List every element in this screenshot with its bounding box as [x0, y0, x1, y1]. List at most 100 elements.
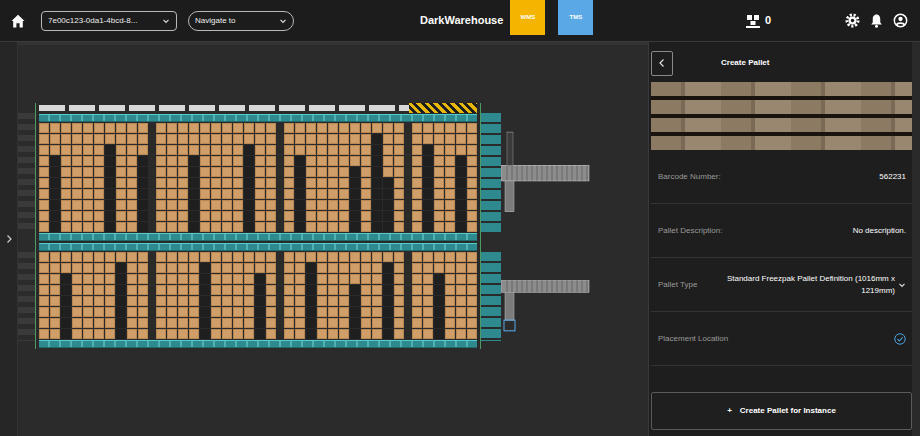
form-row[interactable]: Pallet Description:No description.: [651, 204, 912, 258]
rack-column[interactable]: [105, 252, 115, 339]
side-toggle[interactable]: [0, 42, 18, 436]
create-pallet-button[interactable]: +Create Pallet for Instance: [651, 392, 912, 430]
user-icon[interactable]: [893, 13, 908, 28]
rack-column[interactable]: [412, 252, 422, 339]
back-button[interactable]: [651, 51, 673, 76]
rack-column[interactable]: [284, 123, 294, 232]
rack-column[interactable]: [189, 123, 199, 232]
rack-column[interactable]: [467, 252, 477, 339]
rack-column[interactable]: [317, 252, 327, 339]
rack-column[interactable]: [156, 123, 166, 232]
rack-column[interactable]: [350, 252, 360, 339]
pallet-counter[interactable]: 0: [745, 12, 771, 29]
rack-column[interactable]: [83, 123, 93, 232]
rack-slot: [83, 263, 93, 273]
rack-column[interactable]: [200, 123, 210, 232]
rack-column[interactable]: [372, 252, 382, 339]
rack-column[interactable]: [178, 123, 188, 232]
rack-column[interactable]: [211, 252, 221, 339]
rack-column[interactable]: [244, 123, 254, 232]
rack-column[interactable]: [434, 252, 444, 339]
rack-column[interactable]: [211, 123, 221, 232]
rack-column[interactable]: [350, 123, 360, 232]
rack-column[interactable]: [116, 123, 126, 232]
navigate-dropdown[interactable]: Navigate to: [188, 11, 294, 31]
rack-column[interactable]: [61, 123, 71, 232]
rack-column[interactable]: [72, 123, 82, 232]
rack-column[interactable]: [244, 252, 254, 339]
rack-column[interactable]: [361, 252, 371, 339]
rack-column[interactable]: [222, 252, 232, 339]
rack-column[interactable]: [328, 123, 338, 232]
rack-column[interactable]: [94, 123, 104, 232]
warehouse-map[interactable]: [18, 42, 648, 436]
rack-column[interactable]: [61, 252, 71, 339]
rack-column[interactable]: [434, 123, 444, 232]
rack-column[interactable]: [284, 252, 294, 339]
rack-column[interactable]: [361, 123, 371, 232]
rack-column[interactable]: [266, 123, 276, 232]
rack-column[interactable]: [178, 252, 188, 339]
rack-column[interactable]: [167, 123, 177, 232]
rack-column[interactable]: [39, 123, 49, 232]
rack-column[interactable]: [116, 252, 126, 339]
rack-column[interactable]: [394, 252, 404, 339]
pallet-type-select[interactable]: Standard Freezpak Pallet Definition (101…: [705, 273, 906, 297]
rack-column[interactable]: [317, 123, 327, 232]
form-row[interactable]: Barcode Number:562231: [651, 150, 912, 204]
rack-column[interactable]: [127, 123, 137, 232]
rack-column[interactable]: [50, 123, 60, 232]
workspace-dropdown[interactable]: 7e00c123-0da1-4bcd-8...: [41, 11, 177, 31]
rack-column[interactable]: [445, 252, 455, 339]
bell-icon[interactable]: [869, 13, 884, 28]
rack-column[interactable]: [50, 252, 60, 339]
rack-column[interactable]: [189, 252, 199, 339]
rack-column[interactable]: [72, 252, 82, 339]
rack-column[interactable]: [222, 123, 232, 232]
rack-column[interactable]: [255, 123, 265, 232]
rack-column[interactable]: [156, 252, 166, 339]
check-circle-icon[interactable]: [894, 333, 906, 345]
rack-column[interactable]: [467, 123, 477, 232]
rack-column[interactable]: [295, 252, 305, 339]
rack-column[interactable]: [295, 123, 305, 232]
rack-column[interactable]: [339, 252, 349, 339]
rack-column[interactable]: [105, 123, 115, 232]
rack-slot: [306, 211, 316, 221]
field-value[interactable]: 562231: [879, 171, 906, 183]
rack-column[interactable]: [394, 123, 404, 232]
rack-column[interactable]: [138, 252, 148, 339]
home-icon[interactable]: [10, 13, 26, 29]
rack-column[interactable]: [456, 252, 466, 339]
rack-column[interactable]: [233, 123, 243, 232]
rack-column[interactable]: [306, 123, 316, 232]
rack-column[interactable]: [328, 252, 338, 339]
rack-column[interactable]: [255, 252, 265, 339]
rack-column[interactable]: [138, 123, 148, 232]
field-value[interactable]: No description.: [853, 225, 906, 237]
rack-column[interactable]: [383, 123, 393, 232]
rack-column[interactable]: [233, 252, 243, 339]
app-tile[interactable]: TMS: [558, 0, 593, 35]
rack-column[interactable]: [94, 252, 104, 339]
rack-column[interactable]: [412, 123, 422, 232]
rack-column[interactable]: [200, 252, 210, 339]
rack-column[interactable]: [266, 252, 276, 339]
gear-icon[interactable]: [845, 13, 860, 28]
rack-column[interactable]: [423, 252, 433, 339]
chevron-right-icon[interactable]: [5, 234, 13, 244]
rack-column[interactable]: [127, 252, 137, 339]
form-row[interactable]: Placement Location: [651, 312, 912, 366]
rack-column[interactable]: [306, 252, 316, 339]
rack-column[interactable]: [456, 123, 466, 232]
form-row[interactable]: Pallet TypeStandard Freezpak Pallet Defi…: [651, 258, 912, 312]
rack-column[interactable]: [445, 123, 455, 232]
rack-column[interactable]: [372, 123, 382, 232]
rack-column[interactable]: [339, 123, 349, 232]
rack-column[interactable]: [423, 123, 433, 232]
rack-column[interactable]: [83, 252, 93, 339]
rack-column[interactable]: [167, 252, 177, 339]
app-tile[interactable]: WMS: [510, 0, 545, 35]
rack-column[interactable]: [39, 252, 49, 339]
rack-column[interactable]: [383, 252, 393, 339]
